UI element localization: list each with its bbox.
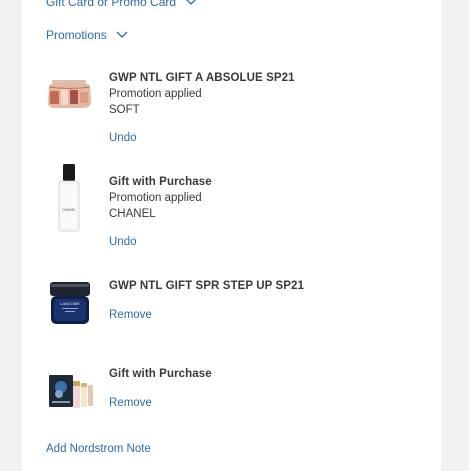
gift-set-image bbox=[48, 371, 94, 411]
promotion-status: Promotion applied bbox=[109, 88, 202, 100]
item-title: Gift with Purchase bbox=[109, 176, 212, 188]
undo-button[interactable]: Undo bbox=[109, 130, 429, 146]
promotions-label: Promotions bbox=[46, 28, 107, 42]
chanel-bottle-label: CHANEL bbox=[62, 208, 76, 212]
promo-item: GWP NTL GIFT A ABSOLUE SP21 Promotion ap… bbox=[46, 71, 436, 161]
promotions-toggle[interactable]: Promotions bbox=[46, 28, 128, 42]
item-title: GWP NTL GIFT A ABSOLUE SP21 bbox=[109, 72, 295, 84]
promo-item: LANCOME GWP NTL GIFT SPR STEP UP SP21 Re… bbox=[46, 279, 436, 369]
promo-item-info: Gift with Purchase Promotion applied CHA… bbox=[109, 175, 429, 250]
promo-item-info: GWP NTL GIFT SPR STEP UP SP21 Remove bbox=[109, 279, 429, 323]
promo-item-info: GWP NTL GIFT A ABSOLUE SP21 Promotion ap… bbox=[109, 71, 429, 146]
lancome-jar-image: LANCOME bbox=[48, 281, 94, 327]
item-brand: CHANEL bbox=[109, 208, 156, 220]
item-title: GWP NTL GIFT SPR STEP UP SP21 bbox=[109, 280, 305, 292]
checkout-panel: Gift Card or Promo Card Promotions GWP N… bbox=[22, 0, 441, 471]
remove-button[interactable]: Remove bbox=[109, 307, 429, 323]
chevron-down-icon bbox=[116, 31, 128, 39]
lancome-jar-label: LANCOME bbox=[60, 301, 80, 306]
promo-item: CHANEL Gift with Purchase Promotion appl… bbox=[46, 164, 436, 265]
chevron-down-icon bbox=[185, 0, 197, 6]
gift-card-toggle[interactable]: Gift Card or Promo Card bbox=[46, 0, 197, 9]
remove-button[interactable]: Remove bbox=[109, 395, 429, 411]
add-nordstrom-note-link[interactable]: Add Nordstrom Note bbox=[46, 443, 151, 455]
cosmetic-bag-image bbox=[46, 77, 92, 111]
promo-item-info: Gift with Purchase Remove bbox=[109, 367, 429, 411]
chanel-bottle-image: CHANEL bbox=[56, 163, 102, 233]
promotion-status: Promotion applied bbox=[109, 192, 202, 204]
gift-card-label: Gift Card or Promo Card bbox=[46, 0, 177, 9]
item-brand: SOFT bbox=[109, 104, 140, 116]
undo-button[interactable]: Undo bbox=[109, 234, 429, 250]
item-title: Gift with Purchase bbox=[109, 368, 212, 380]
